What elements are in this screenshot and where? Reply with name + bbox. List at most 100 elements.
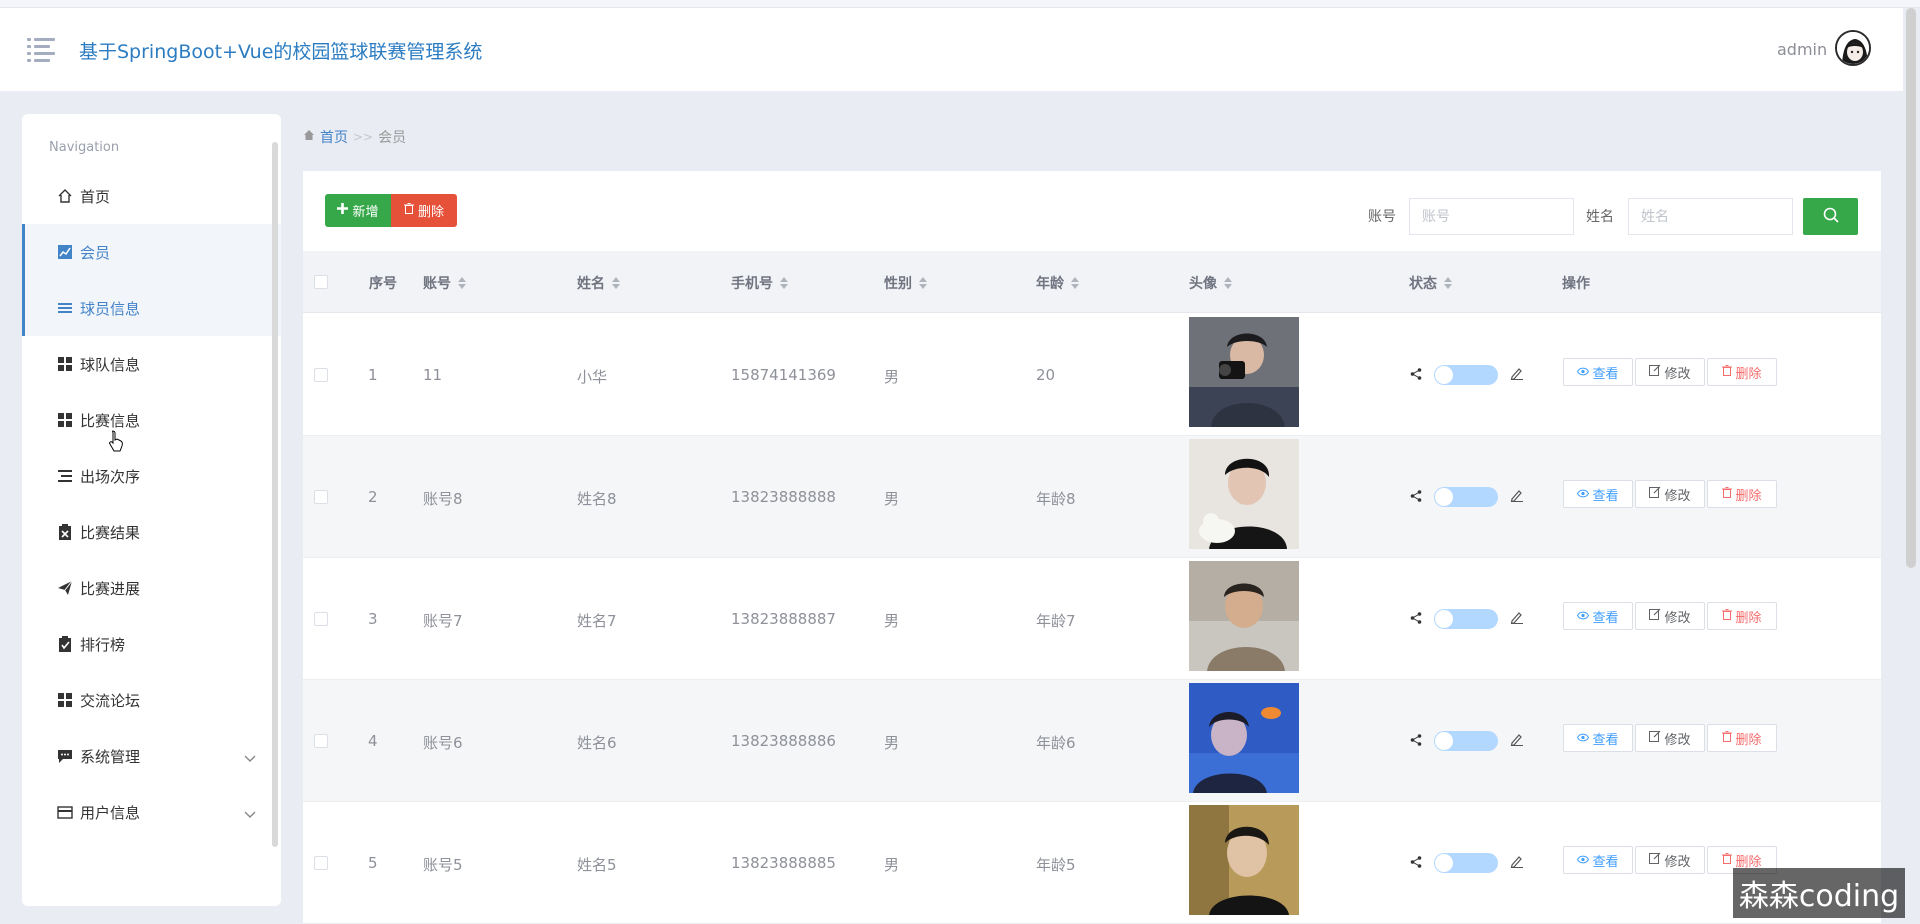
edit-button[interactable]: 修改: [1635, 724, 1705, 752]
delete-button[interactable]: 删除: [1707, 724, 1777, 752]
column-header-status[interactable]: 状态: [1409, 273, 1452, 293]
hamburger-menu-icon[interactable]: [27, 37, 55, 62]
column-header-name[interactable]: 姓名: [577, 273, 620, 293]
batch-delete-button[interactable]: 删除: [391, 194, 457, 227]
row-checkbox[interactable]: [314, 734, 328, 748]
pencil-icon[interactable]: [1510, 732, 1524, 750]
sidebar-item-match-progress[interactable]: 比赛进展: [22, 560, 281, 616]
status-controls: [1410, 609, 1524, 629]
share-icon[interactable]: [1410, 610, 1422, 628]
status-switch[interactable]: [1434, 731, 1498, 751]
cell-index: 4: [368, 732, 378, 750]
breadcrumb-home-link[interactable]: 首页: [320, 127, 348, 147]
row-checkbox[interactable]: [314, 490, 328, 504]
cell-account: 11: [423, 366, 443, 384]
pencil-icon[interactable]: [1510, 366, 1524, 384]
delete-button[interactable]: 删除: [1707, 602, 1777, 630]
table-row: 2 账号8 姓名8 13823888888 男 年龄8 查看 修改 删除: [303, 436, 1881, 558]
sort-icon[interactable]: [458, 277, 466, 289]
sidebar-item-matches[interactable]: 比赛信息: [22, 392, 281, 448]
search-icon: [1823, 207, 1839, 227]
name-search-input[interactable]: [1628, 198, 1793, 235]
status-switch[interactable]: [1434, 609, 1498, 629]
breadcrumb-current: 会员: [378, 130, 407, 146]
add-button[interactable]: 新增: [325, 194, 391, 227]
edit-button[interactable]: 修改: [1635, 480, 1705, 508]
sidebar-item-members[interactable]: 会员: [22, 224, 281, 280]
share-icon[interactable]: [1410, 488, 1422, 506]
sort-icon[interactable]: [919, 277, 927, 289]
edit-button[interactable]: 修改: [1635, 358, 1705, 386]
pencil-icon[interactable]: [1510, 610, 1524, 628]
nav-title: Navigation: [49, 140, 120, 155]
column-header-gender[interactable]: 性别: [884, 273, 927, 293]
view-button[interactable]: 查看: [1563, 480, 1633, 508]
row-checkbox[interactable]: [314, 856, 328, 870]
column-header-phone[interactable]: 手机号: [731, 273, 788, 293]
share-icon[interactable]: [1410, 366, 1422, 384]
pencil-icon[interactable]: [1510, 854, 1524, 872]
status-controls: [1410, 853, 1524, 873]
row-checkbox[interactable]: [314, 612, 328, 626]
breadcrumb: 首页 >> 会员: [303, 127, 406, 147]
sidebar: Navigation 首页 会员 球员信息 球队信息 比赛信息 出场次序 比赛结…: [22, 114, 281, 906]
avatar-photo[interactable]: [1189, 317, 1299, 427]
view-button[interactable]: 查看: [1563, 602, 1633, 630]
avatar-photo[interactable]: [1189, 439, 1299, 549]
sidebar-item-match-results[interactable]: 比赛结果: [22, 504, 281, 560]
sidebar-item-leaderboard[interactable]: 排行榜: [22, 616, 281, 672]
sidebar-item-user-info[interactable]: 用户信息: [22, 784, 281, 840]
delete-button[interactable]: 删除: [1707, 358, 1777, 386]
account-search-input[interactable]: [1409, 198, 1574, 235]
user-avatar[interactable]: [1835, 30, 1871, 66]
select-all-checkbox[interactable]: [314, 275, 328, 289]
avatar-photo[interactable]: [1189, 561, 1299, 671]
list-indent-icon: [57, 468, 73, 484]
sidebar-item-lineup-order[interactable]: 出场次序: [22, 448, 281, 504]
view-button[interactable]: 查看: [1563, 846, 1633, 874]
sidebar-item-teams[interactable]: 球队信息: [22, 336, 281, 392]
column-header-avatar[interactable]: 头像: [1189, 273, 1232, 293]
pencil-icon[interactable]: [1510, 488, 1524, 506]
sidebar-item-label: 比赛结果: [80, 523, 141, 542]
sidebar-item-forum[interactable]: 交流论坛: [22, 672, 281, 728]
sort-icon[interactable]: [1444, 277, 1452, 289]
status-switch[interactable]: [1434, 365, 1498, 385]
edit-button[interactable]: 修改: [1635, 602, 1705, 630]
view-button[interactable]: 查看: [1563, 724, 1633, 752]
sidebar-item-system[interactable]: 系统管理: [22, 728, 281, 784]
column-header-account[interactable]: 账号: [423, 273, 466, 293]
avatar-photo[interactable]: [1189, 805, 1299, 915]
share-icon[interactable]: [1410, 732, 1422, 750]
top-header: 基于SpringBoot+Vue的校园篮球联赛管理系统 admin: [0, 8, 1903, 91]
view-button[interactable]: 查看: [1563, 358, 1633, 386]
cell-age: 年龄6: [1036, 734, 1076, 752]
user-name[interactable]: admin: [1777, 40, 1827, 59]
sort-icon[interactable]: [780, 277, 788, 289]
sidebar-scrollbar[interactable]: [272, 142, 278, 847]
delete-button[interactable]: 删除: [1707, 480, 1777, 508]
name-search-label: 姓名: [1586, 209, 1614, 225]
status-switch[interactable]: [1434, 487, 1498, 507]
sort-icon[interactable]: [612, 277, 620, 289]
trash-icon: [403, 203, 414, 218]
sort-icon[interactable]: [1071, 277, 1079, 289]
sidebar-item-players[interactable]: 球员信息: [22, 280, 281, 336]
row-checkbox[interactable]: [314, 368, 328, 382]
page-scrollbar[interactable]: [1906, 8, 1916, 568]
status-switch[interactable]: [1434, 853, 1498, 873]
sidebar-item-home[interactable]: 首页: [22, 168, 281, 224]
edit-icon: [1649, 730, 1661, 746]
sidebar-item-label: 比赛信息: [80, 411, 141, 430]
sort-icon[interactable]: [1224, 277, 1232, 289]
status-controls: [1410, 365, 1524, 385]
search-button[interactable]: [1803, 198, 1858, 235]
edit-button[interactable]: 修改: [1635, 846, 1705, 874]
home-icon: [57, 188, 73, 204]
avatar-photo[interactable]: [1189, 683, 1299, 793]
cell-age: 20: [1036, 366, 1056, 384]
share-icon[interactable]: [1410, 854, 1422, 872]
sidebar-item-label: 会员: [80, 243, 111, 262]
edit-icon: [1649, 852, 1661, 868]
column-header-age[interactable]: 年龄: [1036, 273, 1079, 293]
